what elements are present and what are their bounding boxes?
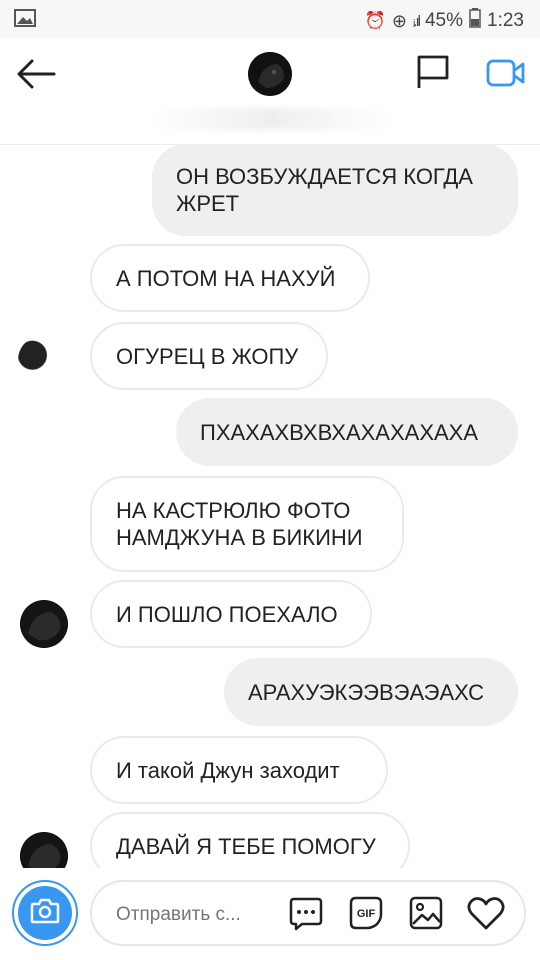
sticker-icon[interactable] (288, 895, 324, 931)
message-text: НА КАСТРЮЛЮ ФОТО НАМДЖУНА В БИКИНИ (116, 498, 363, 550)
message-bubble-received[interactable]: А ПОТОМ НА НАХУЙ (90, 244, 370, 312)
gif-icon[interactable]: GIF (348, 895, 384, 931)
chat-header (0, 38, 540, 145)
alarm-icon: ⏰ (364, 11, 386, 30)
camera-button[interactable] (12, 880, 78, 946)
message-text: А ПОТОМ НА НАХУЙ (116, 265, 336, 291)
battery-percent: 45% (424, 10, 464, 31)
gallery-icon[interactable] (408, 895, 444, 931)
message-text: И ПОШЛО ПОЕХАЛО (116, 601, 338, 627)
svg-text:GIF: GIF (357, 908, 376, 920)
status-bar: ⏰ ⊕ ᵢ.ıl 45% 1:23 (0, 0, 540, 38)
message-text: АРАХУЭКЭЭВЭАЭАХС (248, 679, 484, 705)
contact-avatar[interactable] (248, 52, 292, 96)
message-bubble-sent[interactable]: ПХАХАХВХВХАХАХАХАХА (176, 398, 518, 466)
contact-name-blurred (150, 108, 390, 130)
message-text: ОГУРЕЦ В ЖОПУ (116, 343, 299, 369)
message-text: ПХАХАХВХВХАХАХАХАХА (200, 419, 479, 445)
sender-avatar[interactable] (18, 336, 66, 384)
message-bubble-received[interactable]: И ПОШЛО ПОЕХАЛО (90, 580, 372, 648)
message-bubble-sent[interactable]: АРАХУЭКЭЭВЭАЭАХС (224, 658, 518, 726)
message-bubble-received[interactable]: И такой Джун заходит (90, 736, 388, 804)
message-bubble-sent[interactable]: ОН ВОЗБУЖДАЕТСЯ КОГДА ЖРЕТ (152, 144, 518, 236)
message-text: И такой Джун заходит (116, 757, 340, 783)
message-text: ДАВАЙ Я ТЕБЕ ПОМОГУ (116, 833, 376, 859)
signal-icon: ᵢ.ıl (412, 12, 421, 30)
battery-icon (469, 8, 481, 34)
gallery-notification-icon (14, 9, 36, 33)
message-bubble-received[interactable]: ОГУРЕЦ В ЖОПУ (90, 322, 328, 390)
sender-avatar[interactable] (20, 600, 68, 648)
camera-icon (30, 898, 60, 929)
data-saver-icon: ⊕ (391, 10, 407, 31)
video-call-icon[interactable] (486, 58, 526, 88)
clock: 1:23 (487, 10, 524, 31)
flag-icon[interactable] (415, 54, 451, 90)
message-text: ОН ВОЗБУЖДАЕТСЯ КОГДА ЖРЕТ (176, 164, 473, 216)
heart-icon[interactable] (466, 895, 506, 931)
back-arrow-icon[interactable] (14, 56, 58, 92)
message-bubble-received[interactable]: НА КАСТРЮЛЮ ФОТО НАМДЖУНА В БИКИНИ (90, 476, 404, 572)
message-input[interactable] (114, 900, 268, 930)
